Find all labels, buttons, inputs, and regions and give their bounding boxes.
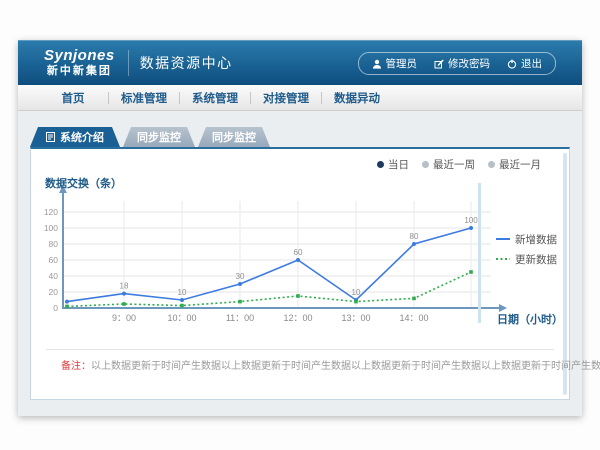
tab-sync-monitor-1[interactable]: 同步监控 xyxy=(123,127,195,147)
legend-item-0[interactable]: 新增数据 xyxy=(515,233,557,246)
tab-label: 同步监控 xyxy=(212,129,256,145)
user-icon xyxy=(372,59,382,69)
point-value-label: 60 xyxy=(294,248,303,257)
point-value-label: 18 xyxy=(120,282,129,291)
tab-sync-monitor-2[interactable]: 同步监控 xyxy=(198,127,270,147)
change-password-label: 修改密码 xyxy=(448,56,490,71)
data-point xyxy=(180,298,184,302)
user-label: 管理员 xyxy=(386,56,418,71)
x-tick-label: 11：00 xyxy=(226,313,254,323)
data-point xyxy=(122,292,126,296)
data-point xyxy=(180,304,184,308)
x-axis-arrow-icon xyxy=(499,304,507,312)
x-tick-label: 13：00 xyxy=(341,313,370,323)
app-window: Synjones 新中新集团 数据资源中心 管理员 修改密码 xyxy=(18,40,582,416)
data-point xyxy=(412,242,416,246)
footnote: 备注：以上数据更新于时间产生数据以上数据更新于时间产生数据以上数据更新于时间产生… xyxy=(61,357,600,372)
chart-panel: 当日 最近一周 最近一月 0204060801001209：0010：0011：… xyxy=(30,147,570,400)
user-menu-button[interactable]: 管理员 xyxy=(372,56,418,71)
logo-secondary-text: 新中新集团 xyxy=(44,65,115,77)
y-tick-label: 20 xyxy=(49,287,59,297)
footnote-label: 备注： xyxy=(61,361,91,372)
note-divider xyxy=(46,349,554,350)
logo-primary-text: Synjones xyxy=(44,48,115,65)
nav-item-interface-mgmt[interactable]: 对接管理 xyxy=(251,90,321,106)
data-point xyxy=(65,300,69,304)
data-point xyxy=(412,297,416,301)
user-toolbar: 管理员 修改密码 退出 xyxy=(358,52,557,75)
point-value-label: 100 xyxy=(464,216,478,225)
chart-scrollbar[interactable] xyxy=(478,183,481,323)
x-tick-label: 9：00 xyxy=(112,313,136,323)
tab-bar: 系统介绍 同步监控 同步监控 xyxy=(30,127,582,147)
main-nav: 首页 标准管理 系统管理 对接管理 数据异动 xyxy=(18,85,582,111)
power-icon xyxy=(507,59,517,69)
x-tick-label: 14：00 xyxy=(399,313,428,323)
content-area: 系统介绍 同步监控 同步监控 当日 最近一周 xyxy=(18,111,582,416)
y-tick-label: 80 xyxy=(49,239,59,249)
data-point xyxy=(122,302,126,306)
nav-item-data-change[interactable]: 数据异动 xyxy=(322,90,392,106)
point-value-label: 10 xyxy=(352,288,361,297)
legend-item-1[interactable]: 更新数据 xyxy=(515,253,557,266)
data-point xyxy=(296,258,300,262)
app-header: Synjones 新中新集团 数据资源中心 管理员 修改密码 xyxy=(18,40,582,85)
nav-item-home[interactable]: 首页 xyxy=(38,90,108,106)
line-chart: 0 20 40 60 80 100 120 9：00 10：00 11：00 12：00 13：00 1… xyxy=(37,163,567,359)
header-divider xyxy=(128,50,129,76)
data-point xyxy=(354,300,358,304)
point-value-label: 30 xyxy=(236,272,245,281)
nav-item-system-mgmt[interactable]: 系统管理 xyxy=(180,90,250,106)
x-axis-title: 日期（小时） xyxy=(497,312,563,326)
data-point xyxy=(296,294,300,298)
logout-label: 退出 xyxy=(521,56,542,71)
page-title: 数据资源中心 xyxy=(140,53,233,73)
data-point xyxy=(469,270,473,274)
tab-label: 系统介绍 xyxy=(60,129,104,145)
logout-button[interactable]: 退出 xyxy=(507,56,542,71)
y-tick-label: 0 xyxy=(53,303,58,313)
y-tick-label: 100 xyxy=(44,223,58,233)
change-password-button[interactable]: 修改密码 xyxy=(434,56,490,71)
y-tick-label: 120 xyxy=(44,207,58,217)
edit-icon xyxy=(434,59,444,69)
document-icon xyxy=(46,132,55,142)
point-value-label: 80 xyxy=(410,232,419,241)
x-tick-label: 10：00 xyxy=(167,313,196,323)
data-point xyxy=(238,282,242,286)
y-tick-label: 60 xyxy=(49,255,59,265)
nav-item-standard-mgmt[interactable]: 标准管理 xyxy=(109,90,179,106)
tab-system-intro[interactable]: 系统介绍 xyxy=(30,127,120,147)
y-tick-label: 40 xyxy=(49,271,59,281)
data-point xyxy=(469,226,473,230)
logo: Synjones 新中新集团 xyxy=(44,48,115,77)
y-axis-title: 数据交换（条） xyxy=(45,176,122,190)
footnote-text: 以上数据更新于时间产生数据以上数据更新于时间产生数据以上数据更新于时间产生数据以… xyxy=(91,361,600,372)
data-point xyxy=(65,305,69,309)
data-point xyxy=(238,300,242,304)
tab-label: 同步监控 xyxy=(137,129,181,145)
x-tick-label: 12：00 xyxy=(283,313,312,323)
point-value-label: 10 xyxy=(178,288,187,297)
